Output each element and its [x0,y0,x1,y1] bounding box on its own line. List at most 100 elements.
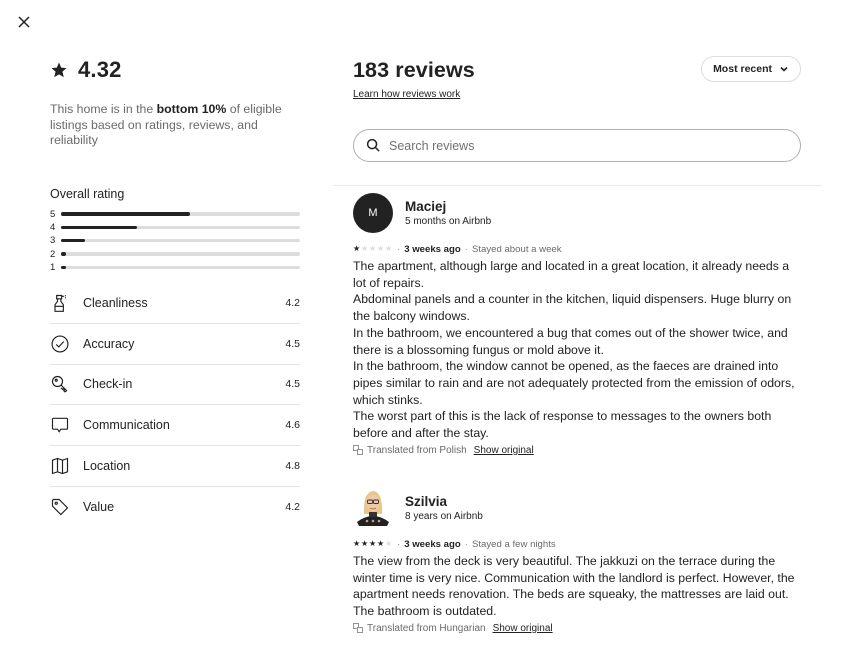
star-filled-icon: ★ [353,244,361,253]
separator-dot: · [397,538,401,550]
search-reviews-field[interactable] [353,129,801,162]
rank-description: This home is in the bottom 10% of eligib… [50,102,300,149]
category-ratings: Cleanliness 4.2 Accuracy 4.5 Check-in 4.… [50,283,300,528]
star-empty-icon: ★ [369,244,377,253]
check-circle-icon [50,334,83,354]
review-star-rating: ★ ★ ★ ★ ★ [353,539,393,549]
search-reviews-input[interactable] [389,138,800,153]
close-icon [18,16,30,28]
rating-bar-label: 2 [50,248,56,260]
category-name: Check-in [83,377,133,392]
rank-highlight: bottom 10% [156,102,227,116]
rating-bar-row: 4 [50,221,300,234]
star-empty-icon: ★ [385,539,393,548]
chat-bubble-icon [50,415,83,435]
rating-bar-track [61,252,300,256]
reviewer-header: Szilvia 8 years on Airbnb [353,488,803,528]
category-row-communication: Communication 4.6 [50,405,300,447]
show-original-link[interactable]: Show original [493,623,553,634]
separator-dot: · [397,243,401,255]
star-filled-icon: ★ [377,539,385,548]
category-row-accuracy: Accuracy 4.5 [50,324,300,365]
rating-bar-track [61,238,300,243]
category-row-location: Location 4.8 [50,446,300,487]
review-paragraph: The worst part of this is the lack of re… [353,409,772,441]
review-paragraph: Abdominal panels and a counter in the ki… [353,292,792,324]
reviewer-avatar[interactable] [353,486,393,531]
category-row-value: Value 4.2 [50,487,300,528]
category-score: 4.2 [285,501,300,514]
reviewer-name: Szilvia [405,494,448,509]
rating-bar-track [61,212,300,216]
chevron-down-icon [780,66,788,72]
category-name: Value [83,500,115,515]
star-empty-icon: ★ [377,244,385,253]
close-button[interactable] [14,12,34,32]
rating-bar-fill [61,212,191,216]
tag-icon [50,497,83,517]
stay-length: Stayed about a week [471,243,562,255]
star-filled-icon: ★ [353,539,361,548]
category-name: Accuracy [83,336,135,351]
rating-distribution: 5 4 3 2 1 [50,208,300,274]
reviewer-header: M Maciej 5 months on Airbnb [353,193,803,233]
rating-bar-fill [61,252,66,256]
overall-rating-title: Overall rating [50,186,125,201]
review-item: M Maciej 5 months on Airbnb ★ ★ ★ ★ ★ · 3 we… [353,193,803,456]
category-score: 4.5 [285,337,300,350]
rating-summary: 4.32 This home is in the bottom 10% of e… [50,56,300,528]
rating-bar-fill [61,238,85,243]
avatar-initial: M [368,207,378,219]
rating-bar-track [61,265,300,270]
search-icon [366,138,380,152]
star-empty-icon: ★ [361,244,369,253]
category-name: Location [83,459,131,474]
map-icon [50,456,83,476]
sort-dropdown[interactable]: Most recent [701,56,801,82]
rating-bar-row: 1 [50,261,300,274]
review-text: The apartment, although large and locate… [353,258,803,442]
review-meta: ★ ★ ★ ★ ★ · 3 weeks ago · Stayed about a wee… [353,242,803,256]
rating-header: 4.32 [50,56,300,84]
separator-dot: · [464,538,468,550]
learn-how-reviews-work-link[interactable]: Learn how reviews work [353,89,460,100]
review-paragraph: The view from the deck is very beautiful… [353,554,795,619]
separator-dot: · [464,243,468,255]
reviewer-name: Maciej [405,199,447,214]
category-score: 4.6 [285,419,300,432]
spray-bottle-icon [50,293,83,313]
review-paragraph: In the bathroom, we encountered a bug th… [353,325,788,357]
rating-bar-label: 5 [50,208,56,220]
review-item: Szilvia 8 years on Airbnb ★ ★ ★ ★ ★ · 3 week… [353,488,803,634]
rating-bar-fill [61,225,138,230]
translated-from-label: Translated from Hungarian [367,622,486,634]
star-empty-icon: ★ [385,244,393,253]
overall-rating-value: 4.32 [78,57,122,82]
reviewer-tenure: 8 years on Airbnb [405,511,483,522]
rank-prefix: This home is in the [50,102,157,116]
star-filled-icon: ★ [369,539,377,548]
rating-bar-row: 2 [50,247,300,260]
category-name: Cleanliness [83,295,148,310]
star-filled-icon: ★ [361,539,369,548]
rating-bar-row: 5 [50,208,300,221]
rating-bar-label: 1 [50,261,56,273]
rating-bar-fill [61,265,66,270]
reviewer-tenure: 5 months on Airbnb [405,216,492,227]
rating-bar-label: 3 [50,235,56,247]
review-paragraph: The apartment, although large and locate… [353,259,790,290]
rating-bar-track [61,225,300,230]
category-name: Communication [83,418,170,433]
category-score: 4.5 [285,378,300,391]
review-date: 3 weeks ago [404,538,461,550]
category-row-check-in: Check-in 4.5 [50,365,300,406]
reviews-panel: 183 reviews Learn how reviews work Most … [353,56,801,162]
translate-icon [353,623,363,634]
translate-icon [353,445,363,456]
sort-label: Most recent [713,63,772,75]
show-original-link[interactable]: Show original [474,445,534,456]
reviewer-avatar[interactable]: M [353,193,393,233]
translated-from-label: Translated from Polish [367,444,467,456]
review-date: 3 weeks ago [404,243,461,255]
category-score: 4.8 [285,460,300,473]
